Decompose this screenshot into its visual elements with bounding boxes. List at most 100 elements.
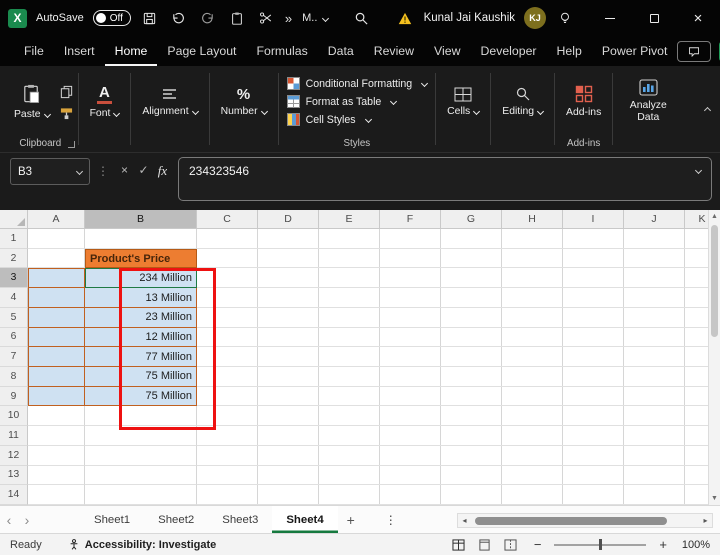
row-header[interactable]: 13: [0, 466, 28, 486]
number-button[interactable]: % Number: [214, 84, 274, 120]
insert-function-icon[interactable]: fx: [153, 163, 172, 179]
column-header-j[interactable]: J: [624, 210, 685, 229]
scroll-left-icon[interactable]: ◂: [458, 516, 471, 525]
cells-button[interactable]: Cells: [440, 84, 486, 120]
row-header[interactable]: 4: [0, 288, 28, 308]
expand-formula-bar-icon[interactable]: [695, 167, 702, 174]
sheet-options-icon[interactable]: ⋮: [378, 506, 404, 533]
formula-input[interactable]: 234323546: [178, 157, 712, 201]
cell-b9[interactable]: 75 Million: [85, 387, 197, 407]
cell[interactable]: [85, 406, 197, 426]
addins-button[interactable]: Add-ins: [559, 82, 608, 121]
font-button[interactable]: A Font: [83, 82, 127, 122]
search-icon[interactable]: [351, 6, 371, 30]
cells-region[interactable]: [197, 367, 720, 387]
cell[interactable]: [28, 367, 85, 387]
tab-help[interactable]: Help: [547, 36, 592, 66]
cell[interactable]: [28, 249, 85, 269]
cell-b8[interactable]: 75 Million: [85, 367, 197, 387]
cell-b4[interactable]: 13 Million: [85, 288, 197, 308]
row-header[interactable]: 9: [0, 387, 28, 407]
row-header[interactable]: 10: [0, 406, 28, 426]
dialog-launcher-icon[interactable]: [68, 141, 75, 148]
zoom-slider[interactable]: [554, 544, 646, 546]
alignment-button[interactable]: Alignment: [135, 84, 204, 120]
zoom-slider-thumb[interactable]: [599, 539, 602, 550]
row-header[interactable]: 2: [0, 249, 28, 269]
cell[interactable]: [28, 288, 85, 308]
warning-icon[interactable]: [395, 6, 415, 30]
tab-file[interactable]: File: [14, 36, 54, 66]
column-header-c[interactable]: C: [197, 210, 258, 229]
cell-b2[interactable]: Product's Price: [85, 249, 197, 269]
column-header-a[interactable]: A: [28, 210, 85, 229]
cells-region[interactable]: [197, 387, 720, 407]
sheet-nav-right-icon[interactable]: ›: [18, 506, 36, 533]
cell[interactable]: [85, 466, 197, 486]
close-button[interactable]: ×: [676, 0, 720, 36]
cells-region[interactable]: [197, 446, 720, 466]
tab-page-layout[interactable]: Page Layout: [157, 36, 246, 66]
lightbulb-icon[interactable]: [555, 6, 575, 30]
cells-region[interactable]: [197, 288, 720, 308]
page-layout-view-icon[interactable]: [478, 539, 491, 551]
accessibility-status[interactable]: Accessibility: Investigate: [68, 538, 216, 551]
cells-region[interactable]: [197, 328, 720, 348]
cell-styles-button[interactable]: Cell Styles: [283, 112, 432, 127]
cell[interactable]: [28, 466, 85, 486]
cells-region[interactable]: [197, 229, 720, 249]
sheet-tab-sheet2[interactable]: Sheet2: [144, 506, 208, 533]
add-sheet-icon[interactable]: +: [338, 506, 364, 533]
maximize-button[interactable]: [632, 0, 676, 36]
scroll-up-icon[interactable]: ▲: [709, 210, 720, 223]
column-header-e[interactable]: E: [319, 210, 380, 229]
more-commands-icon[interactable]: »: [285, 11, 293, 26]
minimize-button[interactable]: [588, 0, 632, 36]
normal-view-icon[interactable]: [452, 539, 465, 551]
excel-logo-icon[interactable]: X: [8, 9, 27, 28]
name-box[interactable]: B3: [10, 158, 90, 185]
cell[interactable]: [28, 485, 85, 505]
cell[interactable]: [85, 485, 197, 505]
cell[interactable]: [28, 268, 85, 288]
row-header[interactable]: 8: [0, 367, 28, 387]
tab-power-pivot[interactable]: Power Pivot: [592, 36, 678, 66]
sheet-nav-left-icon[interactable]: ‹: [0, 506, 18, 533]
cells-region[interactable]: [197, 347, 720, 367]
cell[interactable]: [28, 229, 85, 249]
zoom-in-icon[interactable]: +: [659, 537, 667, 552]
save-icon[interactable]: [140, 6, 160, 30]
scrollbar-track[interactable]: [471, 514, 699, 527]
cell[interactable]: [28, 308, 85, 328]
name-box-resize-handle[interactable]: ⋮: [97, 164, 109, 178]
cell[interactable]: [85, 446, 197, 466]
row-header[interactable]: 14: [0, 485, 28, 505]
cell[interactable]: [28, 406, 85, 426]
cells-region[interactable]: [197, 485, 720, 505]
quick-access-overflow[interactable]: M..: [302, 12, 328, 24]
column-header-b[interactable]: B: [85, 210, 197, 229]
column-header-i[interactable]: I: [563, 210, 624, 229]
scrollbar-thumb[interactable]: [475, 517, 667, 525]
conditional-formatting-button[interactable]: Conditional Formatting: [283, 76, 432, 91]
cell-b3[interactable]: 234 Million: [85, 268, 197, 288]
cells-region[interactable]: [197, 466, 720, 486]
autosave-toggle[interactable]: Off: [93, 10, 131, 26]
collapse-ribbon-icon[interactable]: [704, 107, 711, 114]
cell-b5[interactable]: 23 Million: [85, 308, 197, 328]
tab-review[interactable]: Review: [364, 36, 424, 66]
format-as-table-button[interactable]: Format as Table: [283, 94, 432, 109]
copy-icon[interactable]: [59, 85, 74, 99]
tab-data[interactable]: Data: [318, 36, 364, 66]
row-header[interactable]: 12: [0, 446, 28, 466]
tab-formulas[interactable]: Formulas: [246, 36, 317, 66]
tab-developer[interactable]: Developer: [470, 36, 546, 66]
undo-icon[interactable]: [169, 6, 189, 30]
cell-b7[interactable]: 77 Million: [85, 347, 197, 367]
cell[interactable]: [28, 387, 85, 407]
cell[interactable]: [85, 229, 197, 249]
cut-icon[interactable]: [256, 6, 276, 30]
column-header-h[interactable]: H: [502, 210, 563, 229]
vertical-scrollbar[interactable]: ▲ ▼: [708, 210, 720, 505]
paste-button[interactable]: Paste: [7, 80, 57, 123]
